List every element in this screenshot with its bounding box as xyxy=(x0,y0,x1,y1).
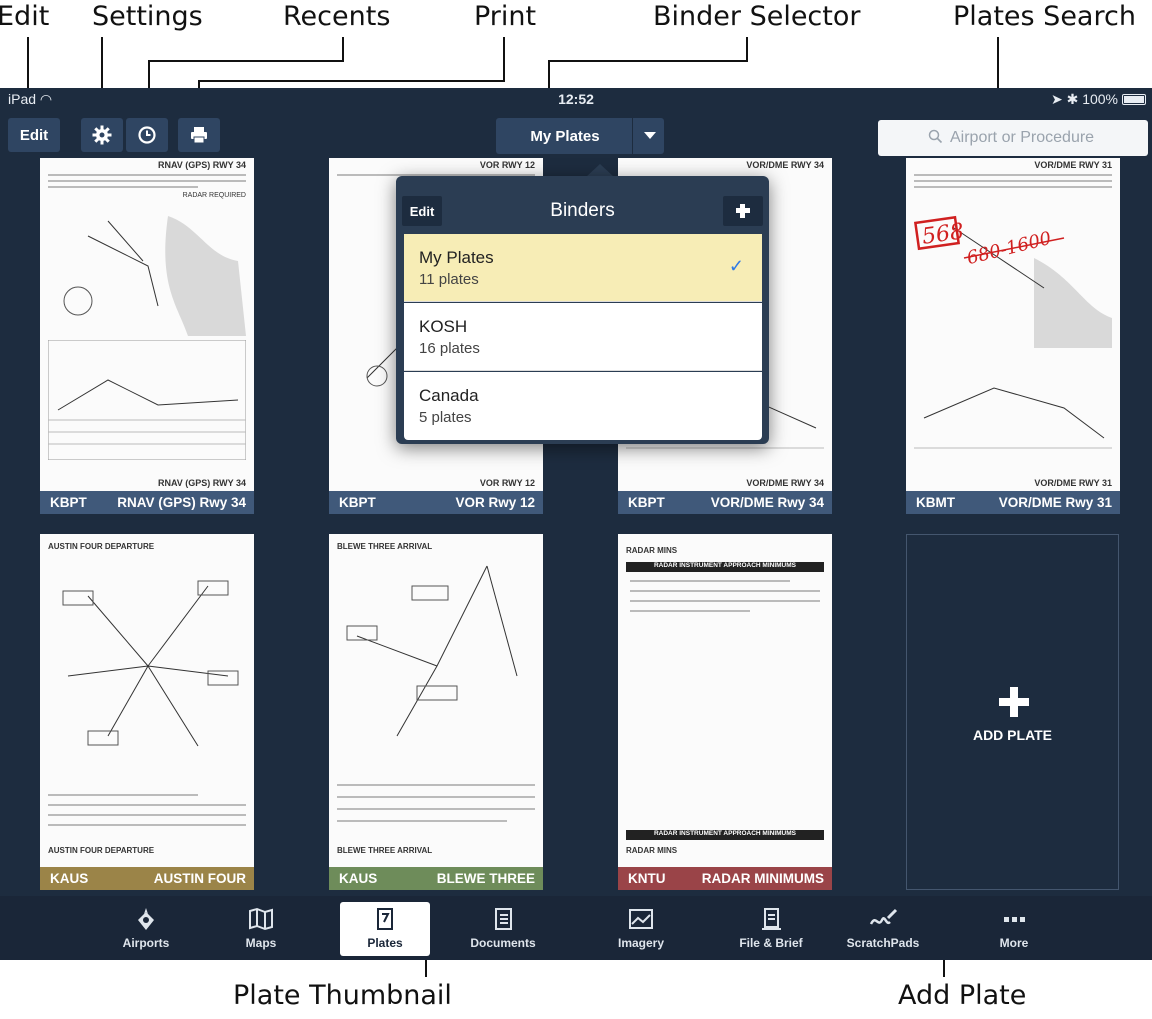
binders-popover: Edit Binders My Plates 11 plates ✓ KOSH … xyxy=(396,176,769,444)
clock-icon xyxy=(138,126,156,144)
documents-icon xyxy=(495,908,512,930)
plate-airport: KBPT xyxy=(50,495,87,510)
add-plate-button[interactable]: ADD PLATE xyxy=(906,534,1119,890)
tab-maps[interactable]: Maps xyxy=(216,902,306,956)
plate-thumbnail[interactable]: RADAR MINS RADAR INSTRUMENT APPROACH MIN… xyxy=(618,534,832,890)
binder-name: KOSH xyxy=(419,317,468,336)
plate-preview: VOR/DME RWY 31 568 680-1600 VOR/DME RWY … xyxy=(906,158,1120,491)
plate-name: BLEWE THREE xyxy=(436,871,535,886)
plates-search[interactable] xyxy=(878,120,1148,156)
plate-airport: KAUS xyxy=(50,871,89,886)
plate-name: RADAR MINIMUMS xyxy=(701,871,824,886)
more-icon xyxy=(1004,917,1025,922)
airport-icon xyxy=(138,908,154,930)
binder-count: 11 plates xyxy=(419,271,479,288)
tab-scratchpads[interactable]: ScratchPads xyxy=(838,902,928,956)
tab-more[interactable]: More xyxy=(969,902,1059,956)
dropdown-caret-icon xyxy=(644,132,656,139)
battery-icon xyxy=(1122,94,1146,105)
tab-airports[interactable]: Airports xyxy=(101,902,191,956)
plates-icon xyxy=(377,908,393,930)
callout-line-recents xyxy=(342,37,344,61)
plate-footer: KAUS AUSTIN FOUR xyxy=(40,867,254,890)
plate-preview: BLEWE THREE ARRIVAL BLEWE THREE ARRIVAL xyxy=(329,534,543,867)
plate-name: RNAV (GPS) Rwy 34 xyxy=(117,495,246,510)
binder-selector[interactable]: My Plates xyxy=(496,118,664,154)
plate-name: VOR/DME Rwy 34 xyxy=(710,495,824,510)
plate-airport: KAUS xyxy=(339,871,378,886)
annotation-binder-selector: Binder Selector xyxy=(653,1,861,32)
file-brief-icon xyxy=(762,908,781,930)
binder-name: My Plates xyxy=(419,248,494,267)
annotation-plate-thumbnail: Plate Thumbnail xyxy=(233,980,452,1011)
binder-item[interactable]: Canada 5 plates xyxy=(404,372,762,440)
plate-thumbnail[interactable]: AUSTIN FOUR DEPARTURE AUSTIN FOUR DEPART… xyxy=(40,534,254,890)
plate-name: VOR/DME Rwy 31 xyxy=(998,495,1112,510)
status-right: ➤ ✱ 100% xyxy=(1050,91,1118,107)
callout-line-print xyxy=(198,80,505,82)
map-icon xyxy=(249,907,273,931)
checkmark-icon: ✓ xyxy=(728,256,744,276)
plate-preview: RADAR MINS RADAR INSTRUMENT APPROACH MIN… xyxy=(618,534,832,867)
gear-icon xyxy=(92,125,112,145)
plate-airport: KNTU xyxy=(628,871,666,886)
binder-name: Canada xyxy=(419,386,479,405)
add-plate-label: ADD PLATE xyxy=(972,727,1053,743)
annotation-settings: Settings xyxy=(92,1,203,32)
ipad-screen: iPad ◠ 12:52 ➤ ✱ 100% Edit My Plates Air… xyxy=(0,88,1152,960)
bluetooth-icon: ✱ xyxy=(1066,91,1079,107)
binders-title: Binders xyxy=(550,200,615,221)
annotation-add-plate: Add Plate xyxy=(898,980,1027,1011)
plate-footer: KBPT VOR Rwy 12 xyxy=(329,491,543,514)
plate-footer: KBPT RNAV (GPS) Rwy 34 xyxy=(40,491,254,514)
plate-preview: RNAV (GPS) RWY 34 RADAR REQUIRED RNAV (G… xyxy=(40,158,254,491)
plate-footer: KBMT VOR/DME Rwy 31 xyxy=(906,491,1120,514)
scratchpad-icon xyxy=(869,908,898,925)
plate-thumbnail[interactable]: BLEWE THREE ARRIVAL BLEWE THREE ARRIVAL … xyxy=(329,534,543,890)
plate-thumbnail[interactable]: VOR/DME RWY 31 568 680-1600 VOR/DME RWY … xyxy=(906,158,1120,514)
recents-button[interactable] xyxy=(126,118,168,152)
plate-airport: KBPT xyxy=(339,495,376,510)
tab-plates[interactable]: Plates xyxy=(340,902,430,956)
annotation-print: Print xyxy=(474,1,537,32)
tab-bar: Airports Maps Plates Documents Imagery F… xyxy=(0,896,1152,960)
tab-documents[interactable]: Documents xyxy=(458,902,548,956)
annotation-plates-search: Plates Search xyxy=(953,1,1136,32)
annotation-recents: Recents xyxy=(283,1,391,32)
callout-line-binder xyxy=(548,60,748,62)
plate-airport: KBMT xyxy=(916,495,955,510)
binder-count: 16 plates xyxy=(419,340,480,357)
search-input[interactable] xyxy=(950,127,1140,149)
toolbar: Edit My Plates Airport or Procedure xyxy=(0,110,1152,158)
plate-thumbnail[interactable]: RNAV (GPS) RWY 34 RADAR REQUIRED RNAV (G… xyxy=(40,158,254,514)
search-icon xyxy=(928,129,943,149)
callout-line-recents xyxy=(148,60,344,62)
callout-line-print xyxy=(503,37,505,81)
edit-button[interactable]: Edit xyxy=(8,118,60,152)
plate-airport: KBPT xyxy=(628,495,665,510)
binder-item[interactable]: My Plates 11 plates ✓ xyxy=(404,234,762,302)
plus-icon xyxy=(999,687,1029,717)
status-time: 12:52 xyxy=(558,91,594,107)
plate-footer: KBPT VOR/DME Rwy 34 xyxy=(618,491,832,514)
plate-footer: KNTU RADAR MINIMUMS xyxy=(618,867,832,890)
binder-item[interactable]: KOSH 16 plates xyxy=(404,303,762,371)
tab-imagery[interactable]: Imagery xyxy=(596,902,686,956)
annotation-edit: Edit xyxy=(0,1,50,32)
plate-name: AUSTIN FOUR xyxy=(153,871,246,886)
plate-footer: KAUS BLEWE THREE xyxy=(329,867,543,890)
binder-count: 5 plates xyxy=(419,409,472,426)
binder-selector-label: My Plates xyxy=(530,128,600,145)
location-icon: ➤ xyxy=(1050,91,1063,107)
imagery-icon xyxy=(629,909,653,929)
printer-icon xyxy=(191,127,207,144)
add-binder-button[interactable] xyxy=(723,196,763,226)
plate-preview: AUSTIN FOUR DEPARTURE AUSTIN FOUR DEPART… xyxy=(40,534,254,867)
status-bar: iPad ◠ 12:52 ➤ ✱ 100% xyxy=(0,88,1152,110)
settings-button[interactable] xyxy=(81,118,123,152)
tab-file-brief[interactable]: File & Brief xyxy=(726,902,816,956)
print-button[interactable] xyxy=(178,118,220,152)
plate-name: VOR Rwy 12 xyxy=(455,495,535,510)
callout-line-binder xyxy=(746,37,748,61)
